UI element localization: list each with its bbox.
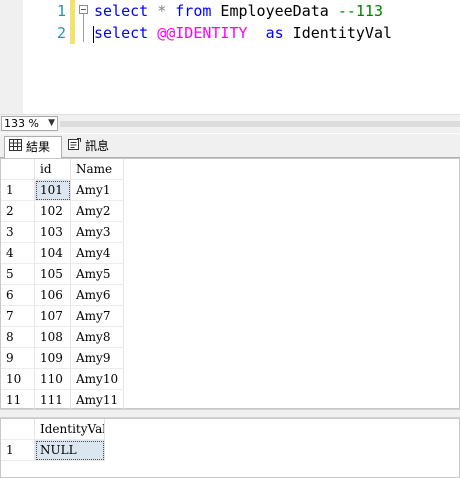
row-number[interactable]: 5 — [1, 264, 35, 285]
comment: --113 — [337, 2, 383, 20]
code-line-1[interactable]: select * from EmployeeData --113 — [94, 0, 383, 22]
grid-icon — [9, 137, 22, 157]
cell-name[interactable]: Amy9 — [71, 348, 124, 369]
identifier: EmployeeData — [211, 2, 338, 20]
results-tabs: 結果 訊息 — [0, 134, 460, 158]
cell-id[interactable]: 106 — [35, 285, 71, 306]
zoom-dropdown[interactable]: 133 % ▼ — [1, 116, 58, 131]
chevron-down-icon[interactable]: ▼ — [48, 117, 55, 130]
row-number[interactable]: 4 — [1, 243, 35, 264]
cell-identityval[interactable]: NULL — [35, 440, 105, 461]
tab-results-label: 結果 — [26, 140, 51, 154]
cell-name[interactable]: Amy7 — [71, 306, 124, 327]
line-number: 2 — [56, 24, 66, 42]
text-caret — [93, 26, 94, 43]
cell-id[interactable]: 105 — [35, 264, 71, 285]
cell-id[interactable]: 111 — [35, 390, 71, 411]
cell-id[interactable]: 104 — [35, 243, 71, 264]
results-grid-1[interactable]: id Name 1 101 Amy1 2 102 Amy2 3 103 Amy3… — [0, 158, 460, 411]
cell-id[interactable]: 108 — [35, 327, 71, 348]
zoom-bar: 133 % ▼ — [0, 114, 460, 133]
cell-id[interactable]: 110 — [35, 369, 71, 390]
results-splitter[interactable] — [0, 409, 460, 418]
editor-margin — [0, 0, 23, 114]
fold-guide — [83, 14, 84, 42]
cell-id[interactable]: 107 — [35, 306, 71, 327]
zoom-value: 133 % — [4, 117, 39, 130]
cell-id[interactable]: 103 — [35, 222, 71, 243]
row-header-corner[interactable] — [1, 159, 35, 180]
cell-name[interactable]: Amy11 — [71, 390, 124, 411]
row-header-corner[interactable] — [1, 419, 35, 440]
cell-name[interactable]: Amy6 — [71, 285, 124, 306]
column-header-id[interactable]: id — [35, 159, 71, 180]
message-icon — [68, 136, 81, 156]
row-number[interactable]: 9 — [1, 348, 35, 369]
row-number[interactable]: 7 — [1, 306, 35, 327]
cell-id[interactable]: 109 — [35, 348, 71, 369]
keyword: select — [94, 24, 149, 42]
row-number[interactable]: 3 — [1, 222, 35, 243]
row-number[interactable]: 6 — [1, 285, 35, 306]
cell-id[interactable]: 101 — [35, 180, 71, 201]
system-variable: @@IDENTITY — [157, 24, 248, 42]
line-number: 1 — [56, 2, 66, 20]
identifier: IdentityVal — [283, 24, 393, 42]
row-number[interactable]: 8 — [1, 327, 35, 348]
cell-name[interactable]: Amy5 — [71, 264, 124, 285]
change-indicator — [70, 0, 75, 22]
row-number[interactable]: 2 — [1, 201, 35, 222]
query-editor[interactable]: 1 2 select * from EmployeeData --113 sel… — [0, 0, 460, 114]
cell-name[interactable]: Amy2 — [71, 201, 124, 222]
row-number[interactable]: 1 — [1, 440, 35, 461]
keyword: from — [175, 2, 212, 20]
cell-name[interactable]: Amy10 — [71, 369, 124, 390]
column-header-identityval[interactable]: IdentityVal — [35, 419, 105, 440]
row-number[interactable]: 1 — [1, 180, 35, 201]
results-grid-2[interactable]: IdentityVal 1 NULL — [0, 418, 460, 478]
change-indicator — [70, 22, 75, 44]
row-number[interactable]: 10 — [1, 369, 35, 390]
collapse-icon[interactable] — [79, 5, 88, 14]
cell-name[interactable]: Amy3 — [71, 222, 124, 243]
tab-messages[interactable]: 訊息 — [64, 136, 120, 158]
keyword: as — [265, 24, 284, 42]
operator: * — [148, 2, 176, 20]
cell-name[interactable]: Amy4 — [71, 243, 124, 264]
tab-messages-label: 訊息 — [85, 139, 110, 153]
tab-results[interactable]: 結果 — [4, 136, 62, 158]
cell-name[interactable]: Amy1 — [71, 180, 124, 201]
cell-id[interactable]: 102 — [35, 201, 71, 222]
row-number[interactable]: 11 — [1, 390, 35, 411]
horizontal-scrollbar[interactable] — [60, 121, 460, 127]
keyword: select — [94, 2, 149, 20]
column-header-name[interactable]: Name — [71, 159, 124, 180]
code-line-2[interactable]: select @@IDENTITY as IdentityVal — [94, 22, 392, 44]
cell-name[interactable]: Amy8 — [71, 327, 124, 348]
